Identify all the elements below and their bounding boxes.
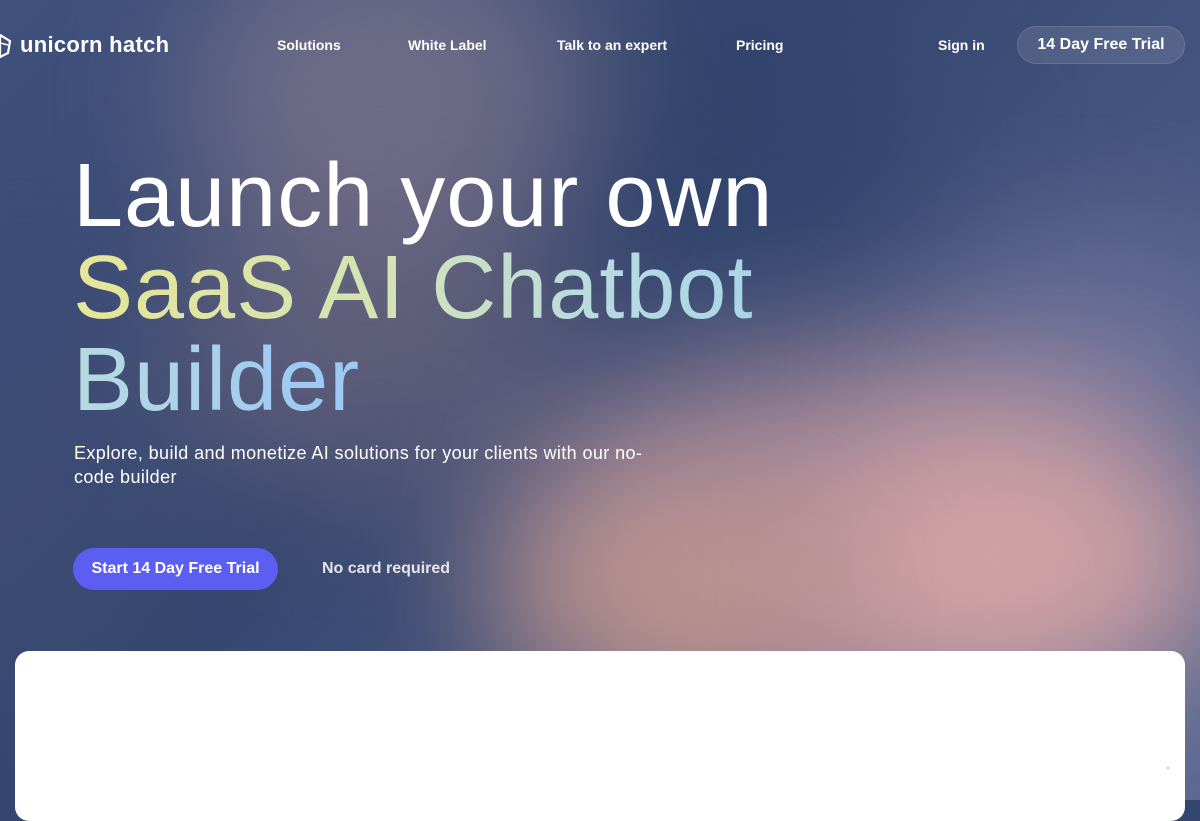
nav-talk-to-expert[interactable]: Talk to an expert: [557, 37, 667, 53]
nav-solutions[interactable]: Solutions: [277, 37, 341, 53]
unicorn-logo-icon: [0, 33, 12, 59]
preview-card: [15, 651, 1185, 821]
brand-logo[interactable]: unicorn hatch: [0, 31, 169, 59]
hero-subtitle: Explore, build and monetize AI solutions…: [74, 443, 643, 487]
no-card-note: No card required: [322, 560, 451, 577]
hero-title-line-1: Launch your own: [73, 146, 774, 246]
free-trial-button[interactable]: 14 Day Free Trial: [1017, 26, 1185, 64]
brand-name: unicorn hatch: [20, 32, 170, 57]
hero-title: Launch your own SaaS AI Chatbot Builder: [73, 150, 773, 426]
hero-title-line-3: Builder: [73, 334, 393, 426]
hero-title-line-2: SaaS AI Chatbot: [73, 242, 773, 334]
nav-white-label[interactable]: White Label: [408, 37, 487, 53]
sign-in-link[interactable]: Sign in: [938, 37, 985, 53]
card-dot: [1167, 767, 1169, 769]
site-header: unicorn hatch Solutions White Label Talk…: [0, 0, 1200, 90]
start-trial-button[interactable]: Start 14 Day Free Trial: [73, 548, 278, 590]
nav-pricing[interactable]: Pricing: [736, 37, 783, 53]
